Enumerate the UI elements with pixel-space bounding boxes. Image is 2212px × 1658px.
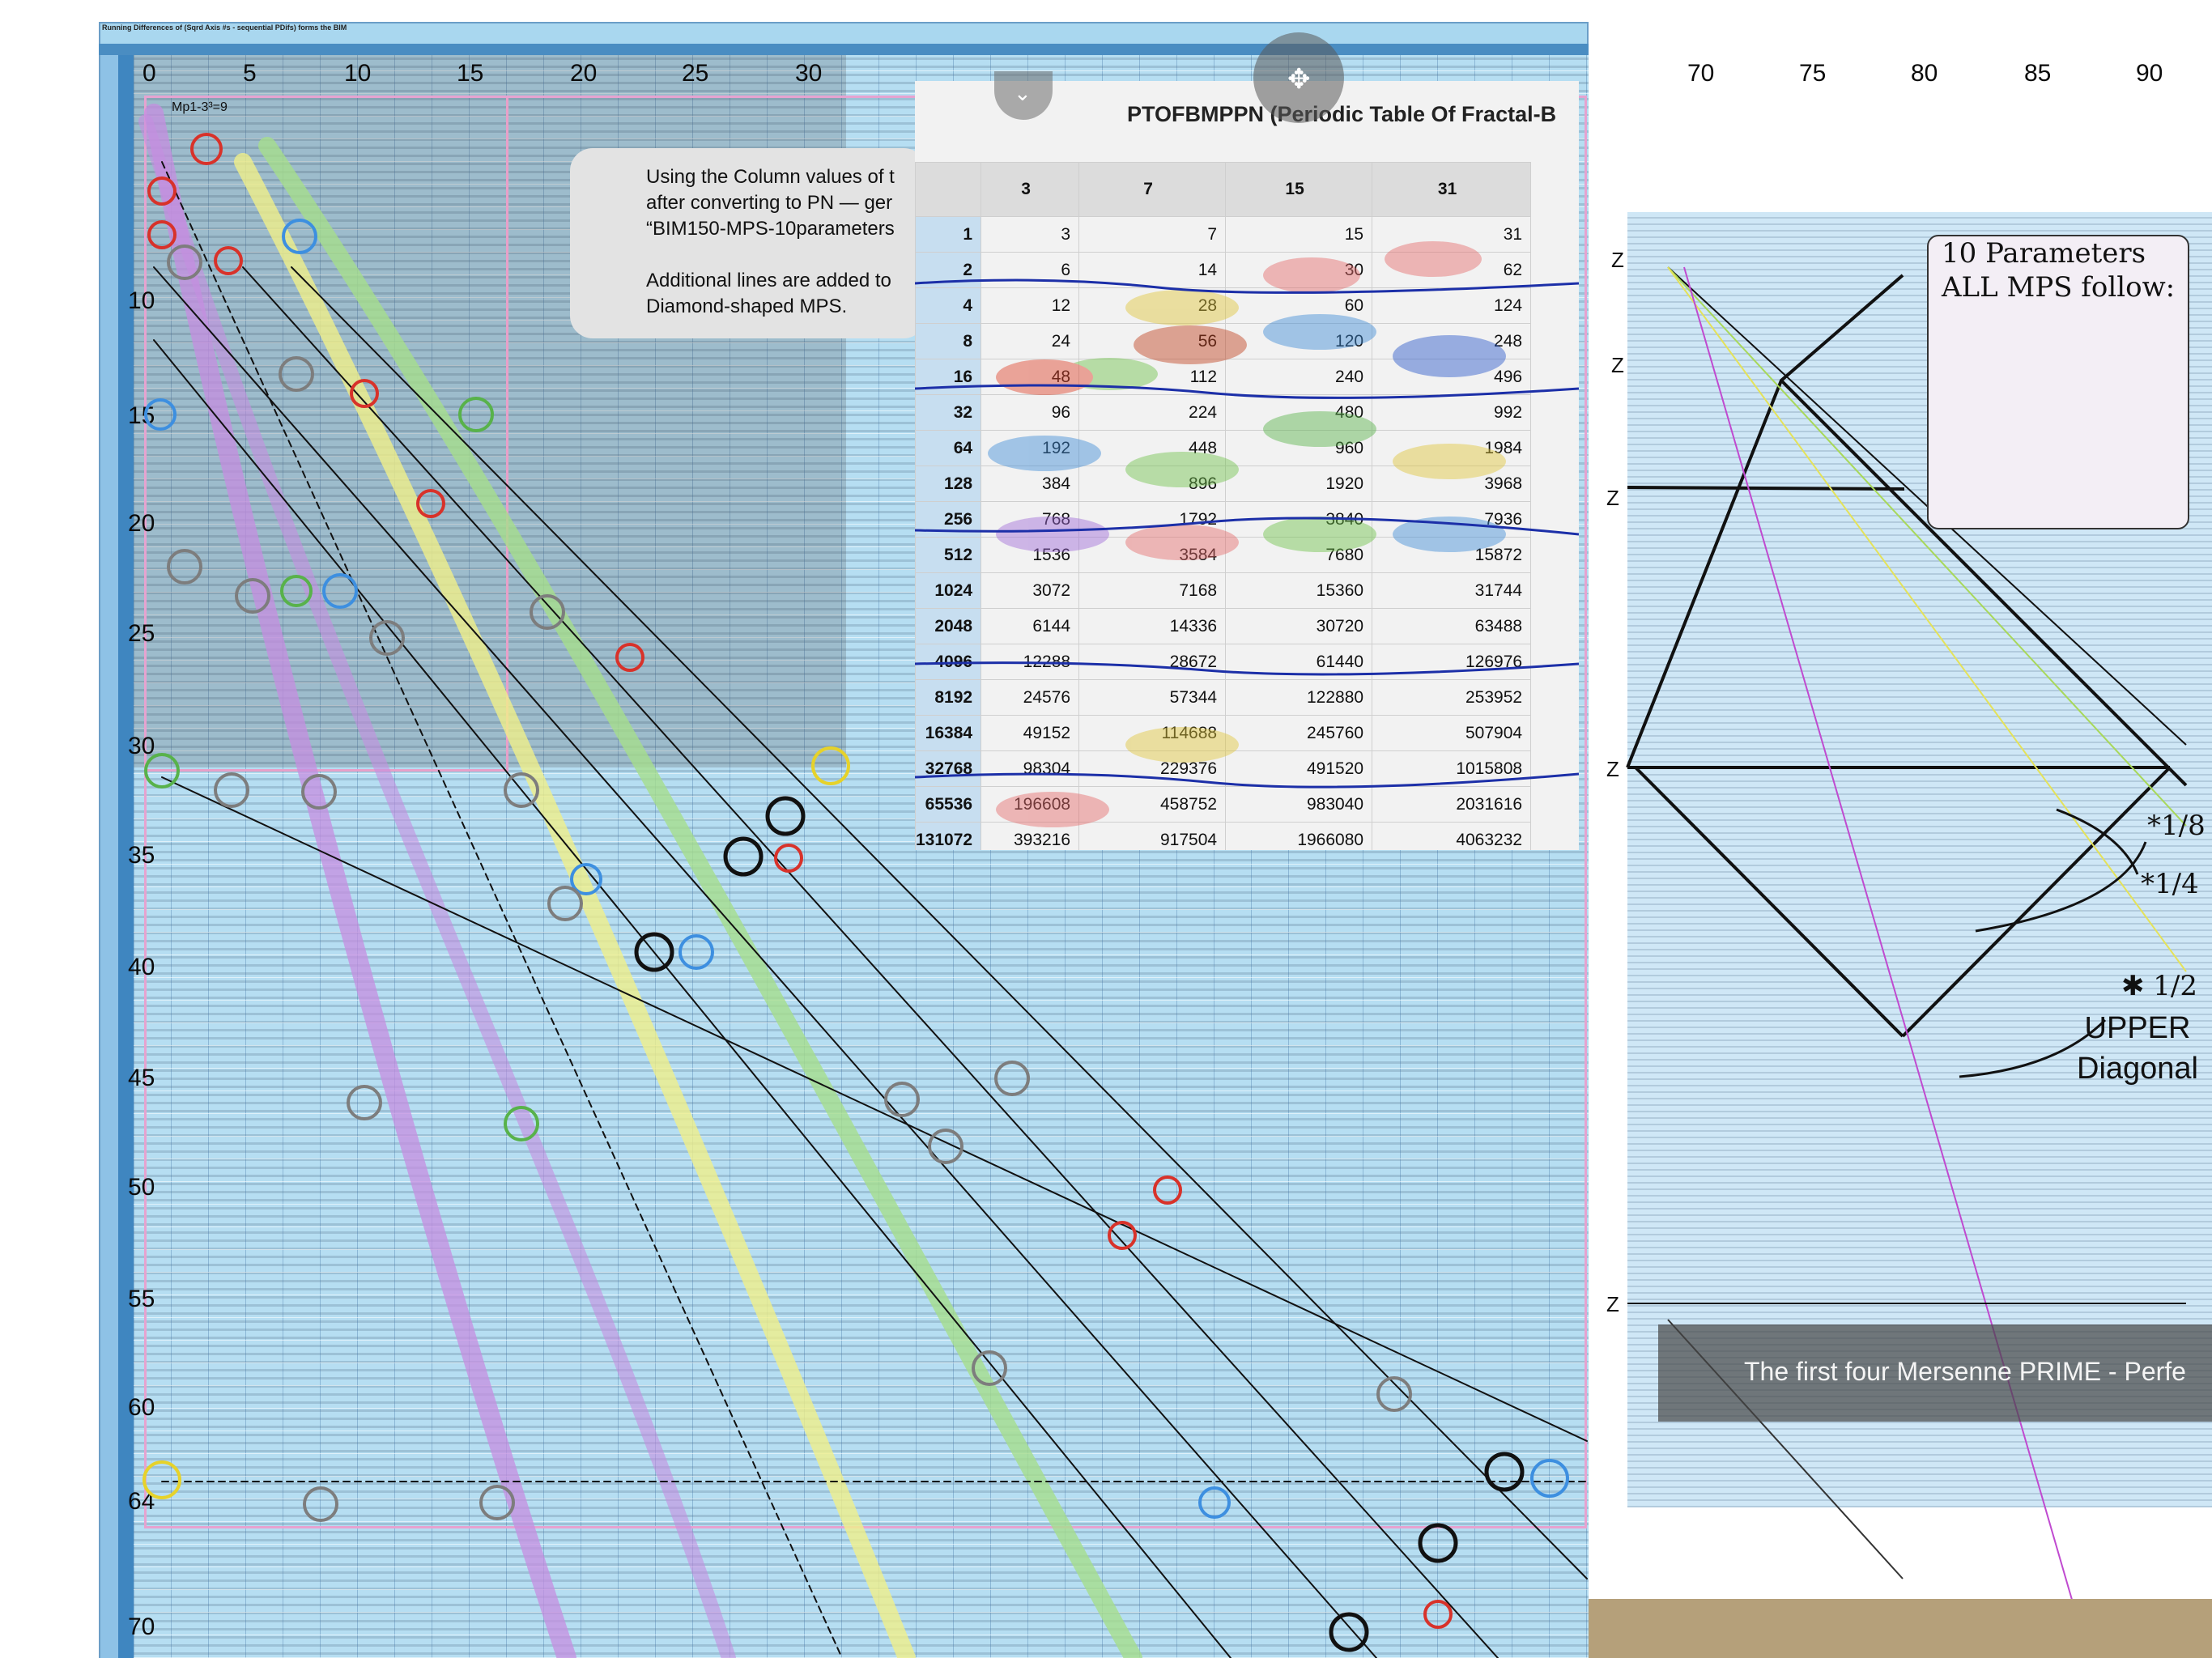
parameters-title: 10 Parameters ALL MPS follow:	[1942, 236, 2175, 304]
z-label: Z	[1606, 1292, 1619, 1316]
z-label: Z	[1606, 486, 1619, 510]
fraction-label: ✱ 1/2	[2121, 970, 2198, 1002]
bottom-data-strip	[1589, 1599, 2212, 1658]
bracket-curve	[1975, 841, 2147, 933]
z-label: Z	[1611, 248, 1624, 272]
screenshot-canvas: Running Differences of (Sqrd Axis #s - s…	[0, 0, 2212, 1658]
horizontal-line	[1627, 486, 1905, 491]
fraction-label: *1/4	[2141, 868, 2199, 900]
z-label: Z	[1611, 353, 1624, 377]
upper-diagonal-label: UPPER Diagonal	[2077, 1008, 2198, 1089]
fraction-label: *1/8	[2147, 810, 2206, 842]
mersenne-caption: The first four Mersenne PRIME - Perfe	[1744, 1357, 2186, 1386]
upper-label-line: UPPER	[2084, 1011, 2191, 1045]
parameters-title-line: 10 Parameters	[1942, 237, 2146, 270]
diamond-edge	[1634, 766, 1904, 1038]
z-label: Z	[1606, 757, 1619, 781]
upper-label-line: Diagonal	[2077, 1052, 2198, 1086]
parameters-title-line: ALL MPS follow:	[1942, 271, 2176, 304]
diamond-edge	[1626, 274, 1904, 768]
